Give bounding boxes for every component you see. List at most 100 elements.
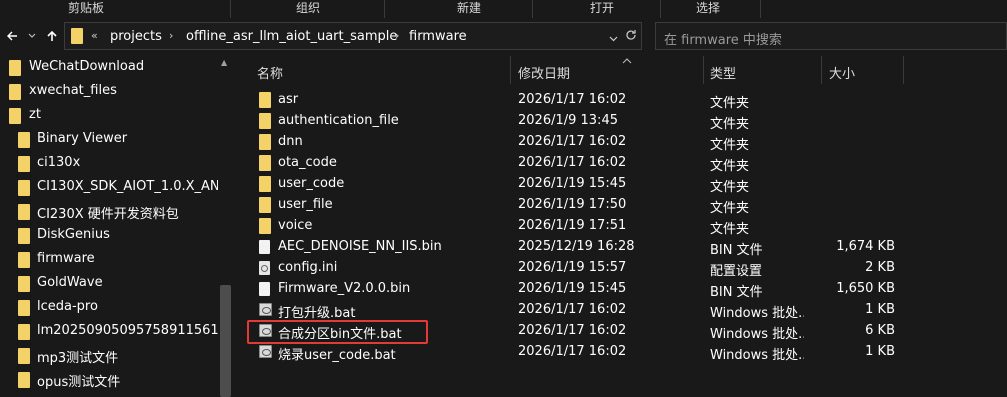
file-type: BIN 文件: [710, 243, 763, 258]
scroll-up-icon[interactable]: ▲: [221, 58, 227, 67]
ribbon-group-organize: 组织: [296, 1, 321, 15]
file-date: 2026/1/19 15:45: [518, 281, 627, 296]
file-row[interactable]: 烧录user_code.bat 2026/1/17 16:02 Windows 批处…: [248, 342, 928, 363]
nav-item-label: mp3测试文件: [37, 351, 119, 366]
file-date: 2026/1/17 16:02: [518, 155, 627, 170]
folder-icon: [18, 252, 30, 268]
file-icon-wrap: [259, 303, 272, 320]
highlight-annotation: [247, 320, 428, 344]
folder-icon: [18, 300, 30, 316]
ribbon-group-clipboard: 剪贴板: [68, 1, 105, 15]
nav-item-binary-viewer[interactable]: Binary Viewer: [0, 128, 218, 152]
file-date: 2026/1/19 17:50: [518, 197, 627, 212]
back-arrow-icon[interactable]: [4, 26, 20, 46]
chevron-right-icon[interactable]: ›: [395, 29, 399, 42]
file-icon-wrap: [259, 282, 270, 300]
column-header-type[interactable]: 类型: [710, 63, 736, 82]
nav-item-opus[interactable]: opus测试文件: [0, 368, 218, 392]
nav-item-diskgenius[interactable]: DiskGenius: [0, 224, 218, 248]
column-divider[interactable]: [903, 56, 904, 84]
column-header-date[interactable]: 修改日期: [518, 63, 570, 82]
file-size: 2 KB: [865, 260, 895, 275]
file-row[interactable]: asr 2026/1/17 16:02 文件夹: [248, 90, 928, 111]
address-row: « projects › offline_asr_llm_aiot_uart_s…: [0, 20, 1007, 52]
nav-item-ci130x[interactable]: ci130x: [0, 152, 218, 176]
file-name: ota_code: [278, 155, 337, 170]
nav-item-mp3[interactable]: mp3测试文件: [0, 344, 218, 368]
nav-item-zt[interactable]: zt: [0, 104, 218, 128]
file-date: 2026/1/17 16:02: [518, 344, 627, 359]
file-row[interactable]: ota_code 2026/1/17 16:02 文件夹: [248, 153, 928, 174]
nav-item-firmware[interactable]: firmware: [0, 248, 218, 272]
breadcrumb-overflow[interactable]: «: [91, 29, 98, 42]
folder-icon: [259, 134, 271, 150]
file-row[interactable]: user_file 2026/1/19 17:50 文件夹: [248, 195, 928, 216]
nav-item-label: DiskGenius: [37, 227, 110, 242]
search-box[interactable]: 在 firmware 中搜索: [655, 22, 1007, 50]
nav-item-label: opus测试文件: [37, 375, 121, 390]
nav-item-label: CI130X_SDK_AIOT_1.0.X_ANY: [37, 179, 218, 194]
folder-icon: [18, 228, 30, 244]
folder-icon: [259, 218, 271, 234]
file-name: authentication_file: [278, 113, 399, 128]
breadcrumb-offline-asr[interactable]: offline_asr_llm_aiot_uart_sample: [186, 29, 397, 44]
nav-item-goldwave[interactable]: GoldWave: [0, 272, 218, 296]
folder-icon: [18, 132, 30, 148]
file-icon: [259, 240, 270, 254]
chevron-down-icon[interactable]: [609, 31, 618, 46]
up-arrow-icon[interactable]: [44, 26, 60, 46]
ribbon-divider: [384, 0, 385, 18]
folder-icon: [18, 324, 30, 340]
file-row[interactable]: user_code 2026/1/19 15:45 文件夹: [248, 174, 928, 195]
file-icon-wrap: [259, 113, 271, 133]
file-row[interactable]: voice 2026/1/19 17:51 文件夹: [248, 216, 928, 237]
breadcrumb-projects[interactable]: projects: [110, 29, 162, 44]
column-header-size[interactable]: 大小: [829, 63, 855, 82]
nav-item-label: GoldWave: [37, 275, 103, 290]
file-type: 文件夹: [710, 180, 750, 195]
forward-arrow-icon[interactable]: [24, 26, 40, 46]
file-date: 2026/1/9 13:45: [518, 113, 618, 128]
nav-item-ci130x-sdk[interactable]: CI130X_SDK_AIOT_1.0.X_ANY: [0, 176, 218, 200]
column-divider[interactable]: [703, 56, 704, 84]
file-type: Windows 批处...: [710, 348, 804, 363]
file-row[interactable]: Firmware_V2.0.0.bin 2026/1/19 15:45 BIN 文件…: [248, 279, 928, 300]
chevron-right-icon[interactable]: ›: [169, 29, 173, 42]
column-header-name[interactable]: 名称: [257, 63, 283, 82]
file-type: 文件夹: [710, 138, 750, 153]
nav-scrollbar-thumb[interactable]: [220, 285, 231, 397]
nav-item-xwechat-files[interactable]: xwechat_files: [0, 80, 218, 104]
ribbon-divider: [660, 0, 661, 18]
column-divider[interactable]: [821, 56, 822, 84]
file-icon-wrap: [259, 155, 271, 175]
nav-item-wechatdownload[interactable]: WeChatDownload: [0, 56, 218, 80]
nav-item-label: WeChatDownload: [29, 59, 145, 74]
file-row[interactable]: dnn 2026/1/17 16:02 文件夹: [248, 132, 928, 153]
folder-icon: [9, 60, 21, 76]
nav-item-label: lm20250905095758911561938: [37, 323, 218, 338]
file-name: 打包升级.bat: [278, 306, 356, 321]
column-divider[interactable]: [510, 56, 511, 84]
refresh-icon[interactable]: [625, 29, 637, 45]
nav-item-lceda-pro[interactable]: lceda-pro: [0, 296, 218, 320]
folder-icon: [71, 28, 83, 44]
ribbon-group-open: 打开: [590, 1, 615, 15]
batch-file-icon: [259, 303, 272, 316]
nav-item-label: ci130x: [37, 155, 81, 170]
file-name: 烧录user_code.bat: [278, 348, 396, 363]
file-icon-wrap: [259, 261, 270, 279]
file-row[interactable]: config.ini 2026/1/19 15:57 配置设置 2 KB: [248, 258, 928, 279]
file-row[interactable]: 打包升级.bat 2026/1/17 16:02 Windows 批处... 1 KB: [248, 300, 928, 321]
nav-item-lm2025[interactable]: lm20250905095758911561938: [0, 320, 218, 344]
file-row[interactable]: authentication_file 2026/1/9 13:45 文件夹: [248, 111, 928, 132]
folder-icon: [9, 108, 21, 124]
ribbon: 剪贴板 组织 新建 打开 选择: [0, 0, 1007, 18]
file-row[interactable]: AEC_DENOISE_NN_IIS.bin 2025/12/19 16:28 BI…: [248, 237, 928, 258]
breadcrumb-firmware[interactable]: firmware: [409, 29, 467, 44]
nav-item-label: firmware: [37, 251, 95, 266]
navigation-pane: WeChatDownload xwechat_files zt Binary V…: [0, 56, 233, 397]
nav-item-ci230x[interactable]: CI230X 硬件开发资料包: [0, 200, 218, 224]
nav-item-label: zt: [29, 107, 41, 122]
nav-item-label: lceda-pro: [37, 299, 98, 314]
address-bar[interactable]: « projects › offline_asr_llm_aiot_uart_s…: [64, 22, 642, 50]
